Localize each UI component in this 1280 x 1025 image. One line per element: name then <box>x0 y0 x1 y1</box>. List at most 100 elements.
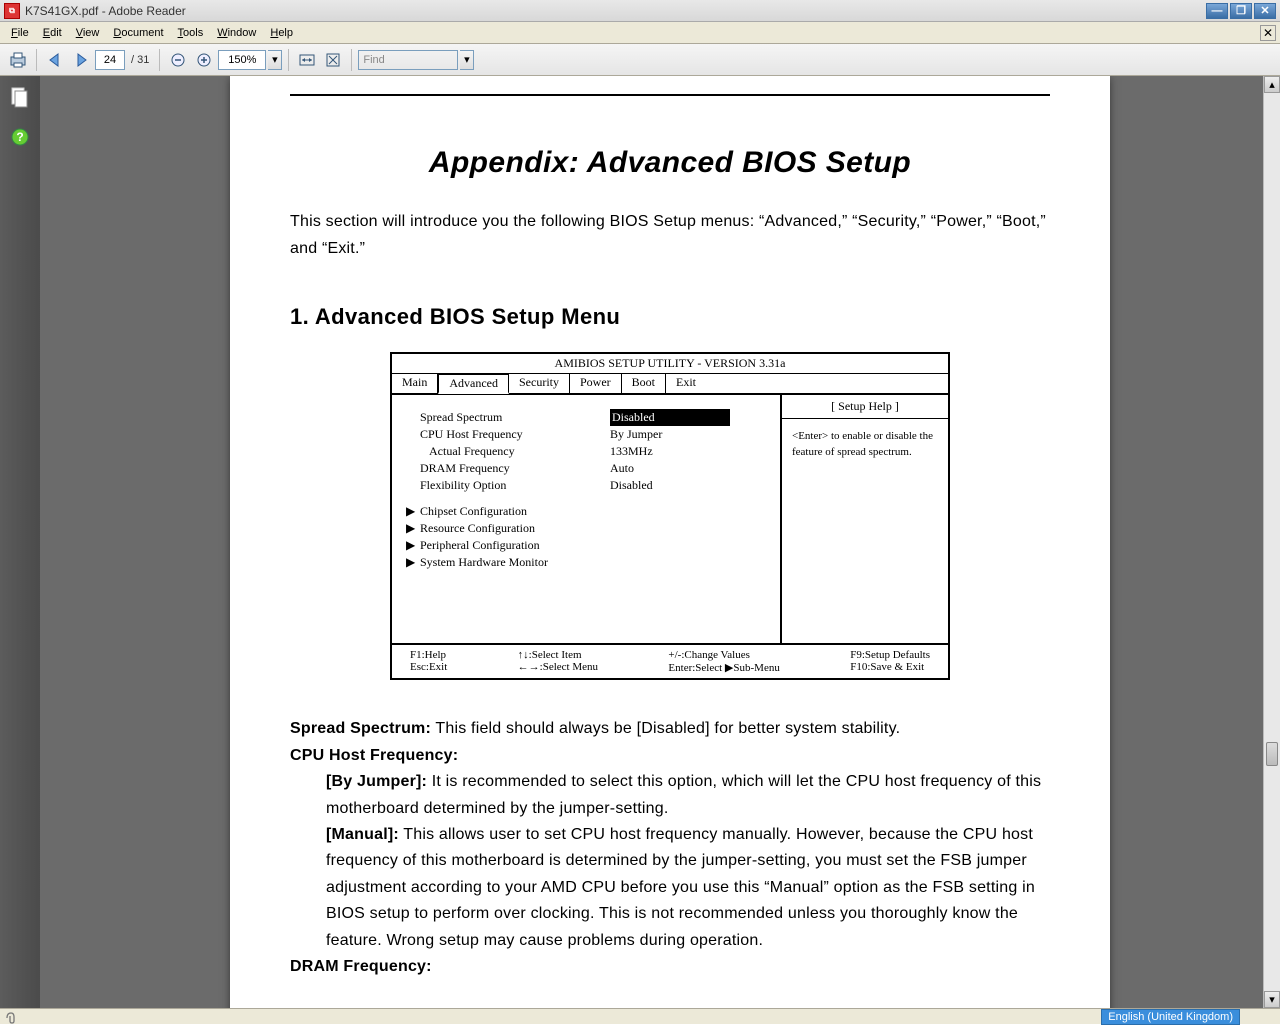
bios-tab-security: Security <box>509 374 570 393</box>
menu-edit[interactable]: Edit <box>36 25 69 41</box>
zoom-dropdown-button[interactable]: ▾ <box>268 50 282 70</box>
bios-help-body: <Enter> to enable or disable the feature… <box>782 419 948 470</box>
pages-panel-button[interactable] <box>9 86 31 108</box>
bios-submenu: Resource Configuration <box>420 520 535 537</box>
fit-width-icon <box>298 51 316 69</box>
bios-row-value: 133MHz <box>610 443 653 460</box>
pdf-page: Appendix: Advanced BIOS Setup This secti… <box>230 76 1110 1008</box>
bios-footer: F1:HelpEsc:Exit ↑↓:Select Item←→:Select … <box>392 645 948 678</box>
bios-tabs: Main Advanced Security Power Boot Exit <box>392 374 948 395</box>
scroll-thumb[interactable] <box>1266 742 1278 766</box>
bios-tab-boot: Boot <box>622 374 666 393</box>
bios-help-title: [ Setup Help ] <box>782 395 948 419</box>
pages-icon <box>10 86 30 108</box>
document-view[interactable]: Appendix: Advanced BIOS Setup This secti… <box>40 76 1280 1008</box>
doc-intro: This section will introduce you the foll… <box>290 208 1050 262</box>
bios-title: AMIBIOS SETUP UTILITY - VERSION 3.31a <box>392 354 948 374</box>
fit-page-button[interactable] <box>321 48 345 72</box>
find-placeholder: Find <box>363 54 384 66</box>
menu-bar: File Edit View Document Tools Window Hel… <box>0 22 1280 44</box>
bios-tab-advanced: Advanced <box>438 374 509 394</box>
option-text: This allows user to set CPU host frequen… <box>326 826 1035 949</box>
help-icon: ? <box>11 128 29 146</box>
field-label: DRAM Frequency: <box>290 958 432 975</box>
bios-row-label: CPU Host Frequency <box>420 426 610 443</box>
bios-footer-item: ←→:Select Menu <box>518 661 598 673</box>
page-total-label: / 31 <box>127 54 153 66</box>
close-button[interactable]: ✕ <box>1254 3 1276 19</box>
window-title: K7S41GX.pdf - Adobe Reader <box>25 4 186 18</box>
fit-width-button[interactable] <box>295 48 319 72</box>
attachment-icon[interactable] <box>0 1009 20 1025</box>
option-label: [Manual]: <box>326 826 399 843</box>
bios-help-panel: [ Setup Help ] <Enter> to enable or disa… <box>780 395 948 643</box>
bios-tab-power: Power <box>570 374 622 393</box>
svg-text:?: ? <box>16 130 23 144</box>
print-icon <box>9 51 27 69</box>
bios-submenu: System Hardware Monitor <box>420 554 548 571</box>
toolbar: / 31 ▾ Find ▾ <box>0 44 1280 76</box>
menu-tools[interactable]: Tools <box>171 25 211 41</box>
doc-section-heading: 1. Advanced BIOS Setup Menu <box>290 304 1050 330</box>
minus-icon <box>170 52 186 68</box>
prev-page-button[interactable] <box>43 48 67 72</box>
bios-row-label: Flexibility Option <box>420 477 610 494</box>
bios-footer-item: ↑↓:Select Item <box>518 649 598 661</box>
bios-footer-item: F10:Save & Exit <box>850 661 930 673</box>
bios-footer-item: Esc:Exit <box>410 661 447 673</box>
bios-screenshot: AMIBIOS SETUP UTILITY - VERSION 3.31a Ma… <box>390 352 950 680</box>
option-label: [By Jumper]: <box>326 773 427 790</box>
help-panel-button[interactable]: ? <box>9 126 31 148</box>
menu-document[interactable]: Document <box>106 25 170 41</box>
bios-settings: Spread SpectrumDisabled CPU Host Frequen… <box>392 395 780 643</box>
arrow-right-icon <box>72 51 90 69</box>
option-text: It is recommended to select this option,… <box>326 773 1041 816</box>
bios-tab-exit: Exit <box>666 374 706 393</box>
bios-footer-item: Enter:Select ▶Sub-Menu <box>668 661 779 674</box>
zoom-in-button[interactable] <box>192 48 216 72</box>
bios-row-label: Spread Spectrum <box>420 409 610 426</box>
arrow-left-icon <box>46 51 64 69</box>
scroll-up-button[interactable]: ▴ <box>1264 76 1280 93</box>
vertical-scrollbar[interactable]: ▴ ▾ <box>1263 76 1280 1008</box>
bios-submenu: Peripheral Configuration <box>420 537 540 554</box>
menu-file[interactable]: File <box>4 25 36 41</box>
fit-page-icon <box>324 51 342 69</box>
doc-close-button[interactable]: ✕ <box>1260 25 1276 41</box>
field-text: This field should always be [Disabled] f… <box>431 720 900 737</box>
status-bar: English (United Kingdom) <box>0 1008 1280 1024</box>
find-dropdown-button[interactable]: ▾ <box>460 50 474 70</box>
pdf-icon: ⧉ <box>4 3 20 19</box>
work-area: ? Appendix: Advanced BIOS Setup This sec… <box>0 76 1280 1008</box>
doc-heading: Appendix: Advanced BIOS Setup <box>290 146 1050 180</box>
bios-submenu: Chipset Configuration <box>420 503 527 520</box>
bios-row-value: Auto <box>610 460 634 477</box>
maximize-button[interactable]: ❐ <box>1230 3 1252 19</box>
bios-footer-item: +/-:Change Values <box>668 649 779 661</box>
menu-help[interactable]: Help <box>263 25 300 41</box>
field-label: Spread Spectrum: <box>290 720 431 737</box>
next-page-button[interactable] <box>69 48 93 72</box>
bios-footer-item: F1:Help <box>410 649 447 661</box>
doc-body: Spread Spectrum: This field should alway… <box>290 716 1050 980</box>
menu-window[interactable]: Window <box>210 25 263 41</box>
title-bar: ⧉ K7S41GX.pdf - Adobe Reader — ❐ ✕ <box>0 0 1280 22</box>
find-input[interactable]: Find <box>358 50 458 70</box>
print-button[interactable] <box>6 48 30 72</box>
bios-tab-main: Main <box>392 374 438 393</box>
language-indicator[interactable]: English (United Kingdom) <box>1101 1009 1240 1025</box>
zoom-input[interactable] <box>218 50 266 70</box>
bios-row-value: Disabled <box>610 477 653 494</box>
menu-view[interactable]: View <box>69 25 107 41</box>
zoom-out-button[interactable] <box>166 48 190 72</box>
plus-icon <box>196 52 212 68</box>
bios-row-value: By Jumper <box>610 426 662 443</box>
bios-row-label: Actual Frequency <box>420 443 610 460</box>
navigation-panel: ? <box>0 76 40 1008</box>
page-number-input[interactable] <box>95 50 125 70</box>
scroll-down-button[interactable]: ▾ <box>1264 991 1280 1008</box>
bios-row-label: DRAM Frequency <box>420 460 610 477</box>
bios-row-value: Disabled <box>610 409 730 426</box>
minimize-button[interactable]: — <box>1206 3 1228 19</box>
field-label: CPU Host Frequency: <box>290 747 458 764</box>
